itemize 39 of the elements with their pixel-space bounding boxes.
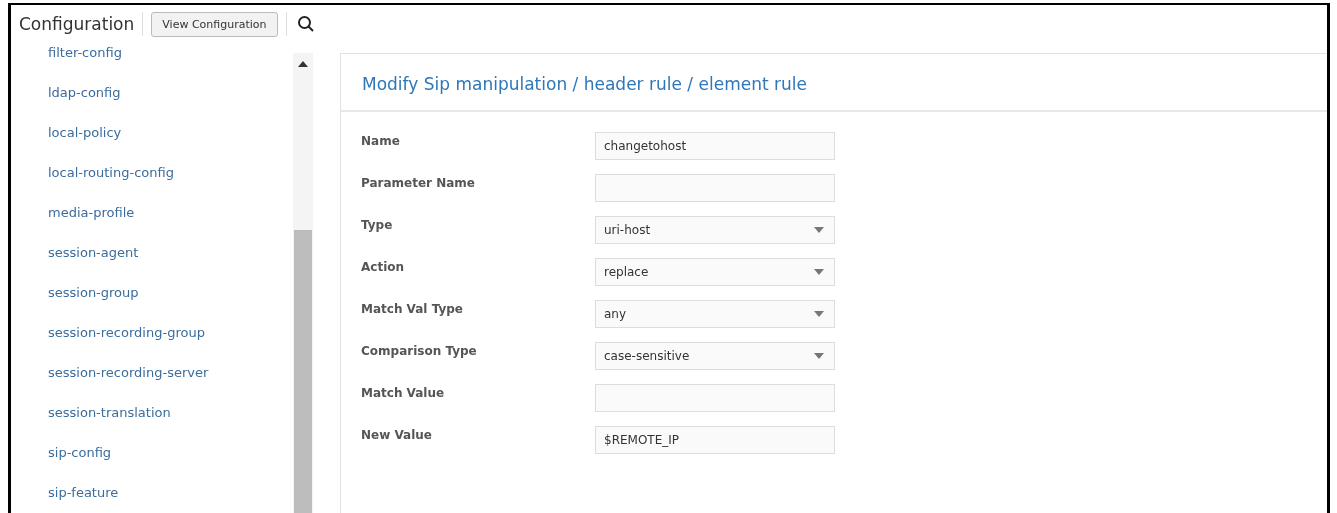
input-field[interactable]: changetohost — [595, 132, 835, 160]
sidebar-item[interactable]: filter-config — [48, 43, 293, 73]
sidebar-item[interactable]: session-recording-group — [48, 313, 293, 353]
sidebar-item[interactable]: sip-config — [48, 433, 293, 473]
caret-icon — [814, 227, 824, 233]
sidebar-item[interactable]: session-translation — [48, 393, 293, 433]
input-field[interactable]: $REMOTE_IP — [595, 426, 835, 454]
dropdown[interactable]: case-sensitive — [595, 342, 835, 370]
page-title: Configuration — [19, 14, 135, 34]
input-field[interactable] — [595, 384, 835, 412]
dropdown[interactable]: uri-host — [595, 216, 835, 244]
scrollbar[interactable] — [293, 53, 313, 513]
sidebar-item[interactable]: local-routing-config — [48, 153, 293, 193]
sidebar-item[interactable]: sip-feature — [48, 473, 293, 513]
sidebar-item[interactable]: session-recording-server — [48, 353, 293, 393]
sidebar-item[interactable]: media-profile — [48, 193, 293, 233]
sidebar-item[interactable]: session-agent — [48, 233, 293, 273]
field-label: Name — [361, 133, 401, 148]
caret-icon — [814, 269, 824, 275]
scroll-up-icon[interactable] — [298, 61, 308, 67]
scrollbar-thumb[interactable] — [294, 230, 312, 513]
field-label: Parameter Name — [361, 175, 476, 190]
caret-icon — [814, 353, 824, 359]
caret-icon — [814, 311, 824, 317]
field-label: Action — [361, 259, 406, 274]
field-label: Match Value — [361, 385, 446, 400]
sidebar-item[interactable]: ldap-config — [48, 73, 293, 113]
field-label: Type — [361, 217, 394, 232]
sidebar-item[interactable]: local-policy — [48, 113, 293, 153]
dropdown[interactable]: replace — [595, 258, 835, 286]
dropdown[interactable]: any — [595, 300, 835, 328]
field-label: Comparison Type — [361, 343, 478, 358]
field-label: Match Val Type — [361, 301, 464, 316]
sidebar-item[interactable]: session-group — [48, 273, 293, 313]
search-icon[interactable] — [296, 15, 315, 33]
form-title: Modify Sip manipulation / header rule / element rule — [341, 54, 1327, 112]
view-configuration-button[interactable]: View Configuration — [151, 11, 278, 37]
field-label: New Value — [361, 427, 433, 442]
input-field[interactable] — [595, 174, 835, 202]
